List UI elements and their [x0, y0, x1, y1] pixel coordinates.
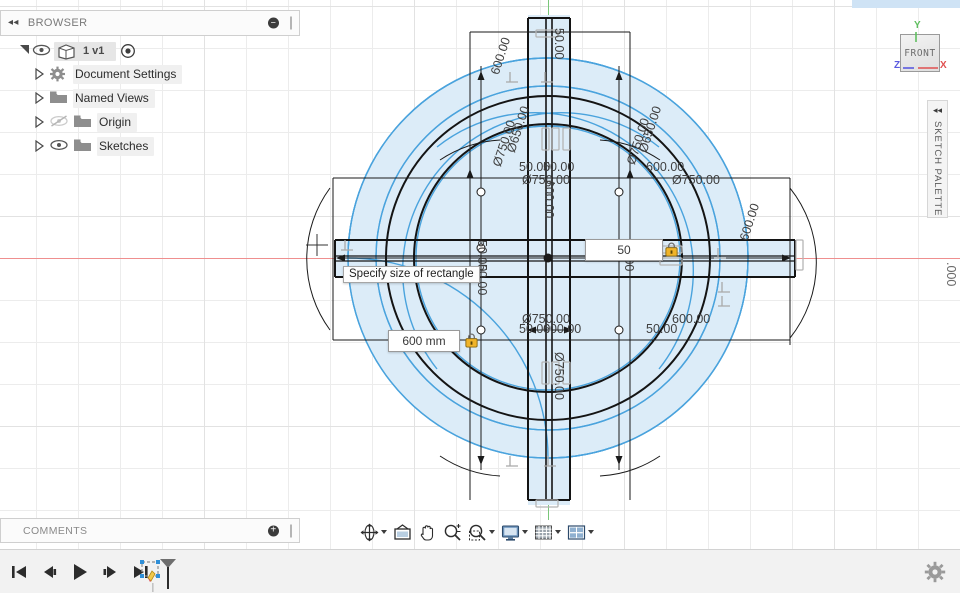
comments-panel-title: COMMENTS [23, 524, 88, 537]
play-button[interactable] [68, 560, 92, 584]
sidebar-item-label: Named Views [73, 88, 155, 108]
grid-snaps-icon [535, 525, 552, 539]
display-settings-icon [501, 524, 520, 541]
browser-tree[interactable]: 1 v1 Document Settings Named Views Origi… [0, 40, 300, 158]
step-forward-button[interactable] [98, 560, 122, 584]
sidebar-item-sketches[interactable]: Sketches [0, 134, 300, 158]
viewports-button[interactable] [564, 519, 597, 545]
panel-grip[interactable] [290, 524, 292, 537]
sidebar-item-named-views[interactable]: Named Views [0, 86, 300, 110]
chevron-right-icon[interactable] [32, 139, 46, 153]
rect-height-input[interactable]: 50 [585, 239, 663, 261]
visibility-eye-off-icon[interactable] [49, 114, 69, 130]
zoom-window-button[interactable] [465, 519, 498, 545]
gear-icon [49, 66, 68, 82]
timeline-status-bar [0, 549, 960, 593]
view-cube-axes [903, 32, 938, 69]
pan-button[interactable] [415, 519, 440, 545]
collapse-arrows-icon[interactable]: ◂◂ [8, 18, 19, 28]
folder-icon [49, 90, 68, 106]
orbit-button[interactable] [357, 519, 390, 545]
chevron-down-icon[interactable] [381, 530, 387, 534]
add-comment-icon[interactable]: + [268, 525, 279, 536]
grid-snaps-button[interactable] [531, 519, 564, 545]
crosshair-cursor [306, 234, 328, 256]
dimension-label[interactable]: 50.00 [543, 160, 574, 174]
lock-icon[interactable] [664, 242, 679, 257]
dimension-label[interactable]: Ø750.00 [552, 352, 566, 400]
dimension-label[interactable]: 600.00 [542, 180, 556, 218]
view-cube[interactable]: FRONT Y X Z [894, 20, 947, 74]
chevron-down-icon[interactable] [555, 530, 561, 534]
look-at-button[interactable] [390, 519, 415, 545]
step-back-button[interactable] [38, 560, 62, 584]
sidebar-item-document-settings[interactable]: Document Settings [0, 62, 300, 86]
sketch-palette-label: SKETCH PALETTE [932, 121, 943, 217]
lock-icon[interactable] [464, 333, 479, 348]
timeline-sketch-feature[interactable] [138, 556, 178, 592]
browser-panel-title: BROWSER [27, 17, 88, 29]
chevron-right-icon[interactable] [32, 91, 46, 105]
sidebar-item-origin[interactable]: Origin [0, 110, 300, 134]
comments-panel-header[interactable]: COMMENTS + [0, 518, 300, 543]
sidebar-item-label: Sketches [97, 136, 155, 156]
visibility-eye-icon[interactable] [32, 43, 52, 59]
application-window: 50.00 50.00 600.00 Ø750.00 Ø750.00 Ø650.… [0, 0, 960, 593]
display-settings-button[interactable] [498, 519, 531, 545]
folder-icon [73, 114, 92, 130]
look-at-icon [394, 523, 411, 540]
chevron-down-icon[interactable] [522, 530, 528, 534]
dimension-label[interactable]: 600.00 [646, 160, 684, 174]
chevron-right-icon[interactable] [32, 115, 46, 129]
sidebar-item-label: Origin [97, 112, 138, 132]
navigation-toolbar[interactable] [357, 518, 597, 546]
dimension-label[interactable]: 50.00 [646, 322, 677, 336]
sketch-rectangle-icon [140, 559, 176, 592]
chevron-down-icon[interactable] [18, 42, 32, 61]
go-to-beginning-button[interactable] [8, 560, 32, 584]
folder-icon [73, 138, 92, 154]
dimension-label[interactable]: 600.00 [543, 322, 581, 336]
activate-component-radio[interactable] [120, 43, 136, 59]
partial-dimension-label: .000 [944, 262, 958, 287]
sidebar-item-label: Document Settings [73, 64, 183, 84]
collapse-arrows-icon[interactable]: ◂◂ [933, 106, 942, 115]
zoom-window-icon [469, 524, 486, 541]
browser-root-row[interactable]: 1 v1 [0, 40, 300, 62]
profile-regions [335, 15, 795, 505]
dimension-label[interactable]: Ø750.00 [672, 173, 720, 187]
gear-icon [924, 561, 946, 583]
zoom-icon [444, 523, 461, 541]
settings-gear-button[interactable] [924, 561, 946, 583]
browser-panel-header[interactable]: ◂◂ BROWSER − [0, 10, 300, 36]
zoom-button[interactable] [440, 519, 465, 545]
viewports-icon [567, 524, 586, 540]
sketch-palette-panel[interactable]: ◂◂ SKETCH PALETTE [927, 100, 948, 218]
visibility-eye-icon[interactable] [49, 138, 69, 154]
chevron-down-icon[interactable] [489, 530, 495, 534]
minimize-icon[interactable]: − [268, 17, 279, 29]
timeline-controls[interactable] [4, 550, 152, 593]
dimension-label[interactable]: 600.00 [672, 312, 710, 326]
panel-grip[interactable] [290, 16, 292, 30]
root-component-label: 1 v1 [83, 45, 105, 57]
component-cube-icon [56, 43, 77, 60]
chevron-down-icon[interactable] [588, 530, 594, 534]
orbit-icon [360, 523, 379, 541]
pan-hand-icon [420, 524, 434, 541]
rect-width-input[interactable]: 600 mm [388, 330, 460, 352]
chevron-right-icon[interactable] [32, 67, 46, 81]
dimension-label[interactable]: 50.00 [552, 28, 566, 59]
command-tooltip: Specify size of rectangle [343, 266, 480, 283]
root-component-chip[interactable]: 1 v1 [54, 41, 117, 61]
